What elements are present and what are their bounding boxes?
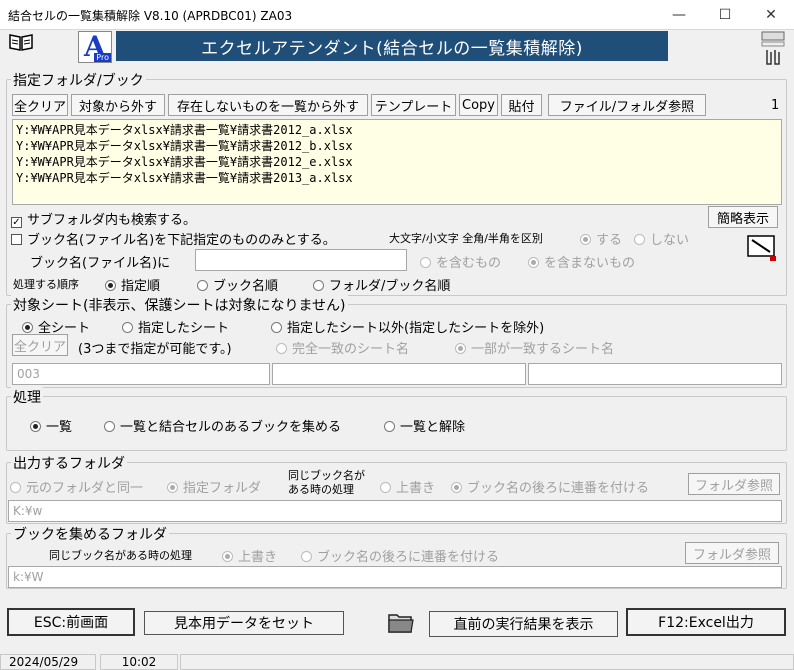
output-path-field[interactable]: K:¥w	[8, 500, 782, 522]
output-same-name-label: 同じブック名が ある時の処理	[288, 469, 365, 496]
sheet-group-title: 対象シート(非表示、保護シートは対象になりません)	[11, 295, 348, 315]
order-bookname-radio[interactable]: ブック名順	[197, 275, 278, 294]
process-list-radio[interactable]: 一覧	[30, 416, 72, 435]
sheet-note: (3つまで指定が可能です。)	[78, 342, 232, 357]
show-last-result-button[interactable]: 直前の実行結果を表示	[429, 611, 618, 637]
bookname-only-checkbox[interactable]: ブック名(ファイル名)を下記指定のもののみとする。	[11, 229, 336, 248]
path-item[interactable]: Y:¥W¥APR見本データxlsx¥請求書一覧¥請求書2013_a.xlsx	[16, 170, 778, 186]
output-overwrite-radio[interactable]: 上書き	[380, 477, 435, 496]
status-blank	[180, 654, 794, 670]
folder-group-title: 指定フォルダ/ブック	[11, 70, 146, 90]
maximize-button[interactable]: ☐	[702, 0, 748, 30]
app-banner: エクセルアテンダント(結合セルの一覧集積解除)	[116, 31, 668, 61]
edit-doc-icon[interactable]	[746, 232, 780, 264]
path-list[interactable]: Y:¥W¥APR見本データxlsx¥請求書一覧¥請求書2012_a.xlsx Y…	[12, 119, 782, 205]
collect-append-seq-radio[interactable]: ブック名の後ろに連番を付ける	[301, 546, 499, 565]
paste-button[interactable]: 貼付	[501, 94, 542, 116]
brief-view-button[interactable]: 簡略表示	[708, 206, 778, 228]
collect-path-field[interactable]: k:¥W	[8, 566, 782, 588]
browse-file-folder-button[interactable]: ファイル/フォルダ参照	[548, 94, 706, 116]
include-radio[interactable]: を含むもの	[420, 252, 501, 271]
collect-overwrite-radio[interactable]: 上書き	[222, 546, 277, 565]
same-folder-radio[interactable]: 元のフォルダと同一	[10, 477, 143, 496]
order-specified-radio[interactable]: 指定順	[105, 275, 160, 294]
sheet-name-input-1[interactable]: 003	[12, 363, 270, 385]
f12-excel-output-button[interactable]: F12:Excel出力	[626, 608, 786, 636]
folder-icon[interactable]	[386, 608, 416, 636]
book-icon[interactable]	[8, 32, 34, 52]
order-folder-radio[interactable]: フォルダ/ブック名順	[313, 275, 450, 294]
check-icon: ✓	[11, 217, 22, 228]
process-unmerge-radio[interactable]: 一覧と解除	[384, 416, 465, 435]
set-sample-data-button[interactable]: 見本用データをセット	[144, 611, 344, 635]
path-item[interactable]: Y:¥W¥APR見本データxlsx¥請求書一覧¥請求書2012_e.xlsx	[16, 154, 778, 170]
match-part-radio[interactable]: 一部が一致するシート名	[455, 338, 614, 357]
path-item[interactable]: Y:¥W¥APR見本データxlsx¥請求書一覧¥請求書2012_a.xlsx	[16, 122, 778, 138]
path-item[interactable]: Y:¥W¥APR見本データxlsx¥請求書一覧¥請求書2012_b.xlsx	[16, 138, 778, 154]
specified-folder-radio[interactable]: 指定フォルダ	[167, 477, 261, 496]
case-yes-radio[interactable]: する	[580, 229, 622, 248]
esc-back-button[interactable]: ESC:前画面	[7, 608, 135, 636]
process-collect-radio[interactable]: 一覧と結合セルのあるブックを集める	[104, 416, 341, 435]
case-sensitivity-label: 大文字/小文字 全角/半角を区別	[389, 232, 543, 245]
bookname-label: ブック名(ファイル名)に	[30, 256, 171, 271]
output-browse-button[interactable]: フォルダ参照	[688, 473, 780, 495]
status-time: 10:02	[100, 654, 178, 670]
window-title: 結合セルの一覧集積解除 V8.10 (APRDBC01) ZA03	[8, 9, 293, 23]
exclude-radio[interactable]: を含まないもの	[528, 252, 635, 271]
output-group-title: 出力するフォルダ	[11, 453, 127, 473]
status-date: 2024/05/29	[0, 654, 96, 670]
template-button[interactable]: テンプレート	[371, 94, 456, 116]
minimize-button[interactable]: —	[656, 0, 702, 30]
collect-browse-button[interactable]: フォルダ参照	[685, 542, 779, 564]
clip-icon[interactable]	[758, 30, 788, 66]
remove-target-button[interactable]: 対象から外す	[71, 94, 165, 116]
process-group-title: 処理	[11, 387, 43, 407]
subfolder-checkbox[interactable]: ✓ サブフォルダ内も検索する。	[11, 209, 196, 228]
case-no-radio[interactable]: しない	[634, 229, 689, 248]
sheet-name-input-3[interactable]	[528, 363, 782, 385]
order-label: 処理する順序	[13, 278, 79, 291]
bookname-input[interactable]	[195, 249, 407, 271]
except-sheets-radio[interactable]: 指定したシート以外(指定したシートを除外)	[271, 317, 544, 336]
close-button[interactable]: ✕	[748, 0, 794, 30]
sheet-clear-button[interactable]: 全クリア	[12, 334, 68, 356]
sheet-name-input-2[interactable]	[272, 363, 526, 385]
output-append-seq-radio[interactable]: ブック名の後ろに連番を付ける	[451, 477, 649, 496]
collect-group-title: ブックを集めるフォルダ	[11, 524, 169, 544]
match-full-radio[interactable]: 完全一致のシート名	[276, 338, 409, 357]
title-bar: 結合セルの一覧集積解除 V8.10 (APRDBC01) ZA03 — ☐ ✕	[0, 0, 794, 30]
specified-sheets-radio[interactable]: 指定したシート	[122, 317, 229, 336]
remove-missing-button[interactable]: 存在しないものを一覧から外す	[168, 94, 368, 116]
app-logo: A Pro	[78, 30, 112, 63]
path-count: 1	[771, 98, 780, 113]
clear-all-button[interactable]: 全クリア	[12, 94, 68, 116]
copy-button[interactable]: Copy	[459, 94, 498, 116]
collect-same-name-label: 同じブック名がある時の処理	[49, 549, 192, 562]
